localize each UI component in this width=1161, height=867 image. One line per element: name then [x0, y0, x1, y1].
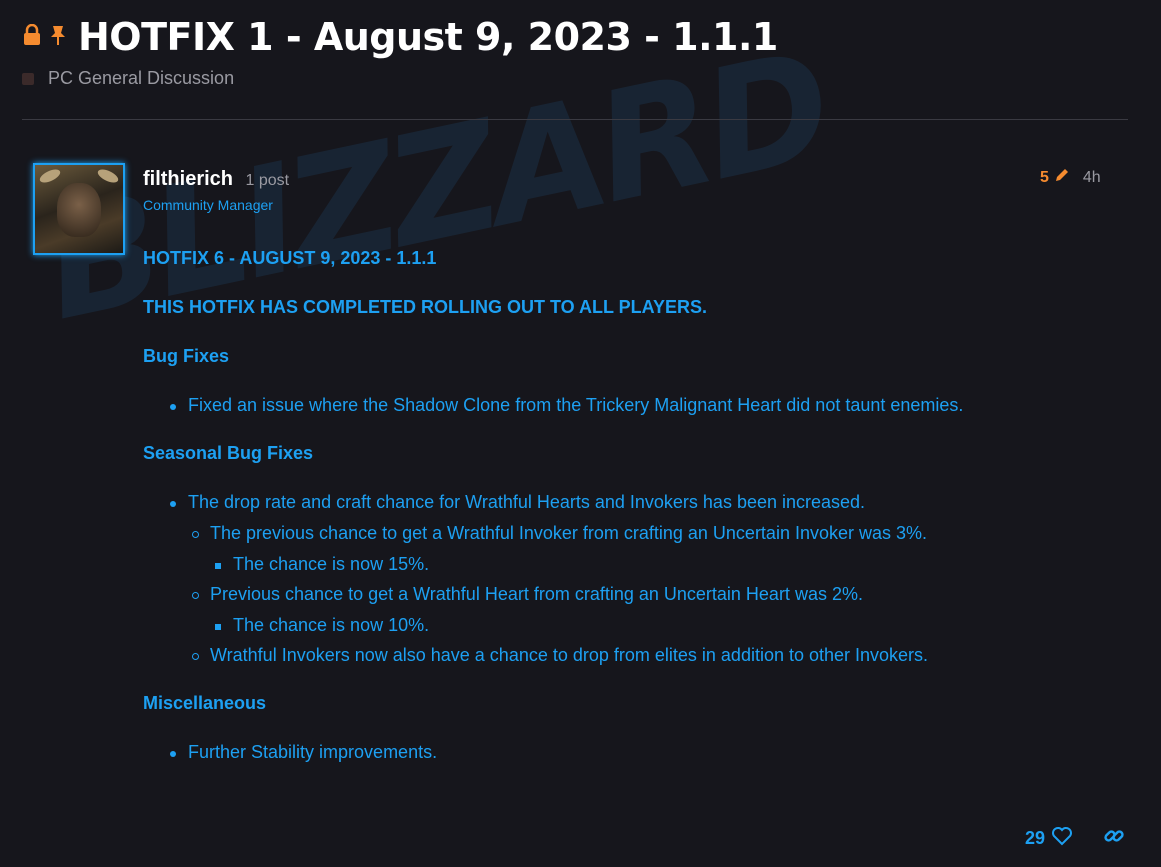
avatar-horn-left [37, 166, 63, 186]
avatar-face [57, 183, 101, 237]
category-link[interactable]: PC General Discussion [22, 68, 1132, 89]
user-title: Community Manager [143, 197, 273, 213]
topic-title: HOTFIX 1 - August 9, 2023 - 1.1.1 [78, 15, 778, 59]
list-item: The chance is now 10%. [214, 615, 430, 635]
like-count[interactable]: 29 [1025, 828, 1045, 849]
lock-icon [22, 23, 42, 51]
post-age[interactable]: 4h [1083, 169, 1101, 187]
avatar-horn-right [95, 166, 121, 186]
heart-icon[interactable] [1051, 826, 1073, 851]
category-label: PC General Discussion [48, 68, 235, 88]
pin-icon [48, 24, 68, 51]
list-item: The previous chance to get a Wrathful In… [191, 523, 928, 543]
hotfix-title: HOTFIX 6 - AUGUST 9, 2023 - 1.1.1 [143, 248, 437, 268]
seasonal-heading: Seasonal Bug Fixes [143, 443, 314, 463]
list-item: Further Stability improvements. [169, 742, 438, 762]
post-actions: 29 [1025, 825, 1125, 852]
category-badge [22, 72, 34, 85]
post-info: 5 4h [1040, 166, 1101, 189]
username[interactable]: filthierich [143, 168, 233, 190]
misc-heading: Miscellaneous [143, 693, 267, 713]
avatar[interactable] [33, 163, 125, 255]
link-icon[interactable] [1103, 825, 1125, 852]
list-item: Wrathful Invokers now also have a chance… [191, 645, 929, 665]
list-item: Previous chance to get a Wrathful Heart … [192, 584, 863, 604]
header-divider [22, 119, 1128, 120]
hotfix-notice: THIS HOTFIX HAS COMPLETED ROLLING OUT TO… [143, 297, 708, 317]
post-count: 1 post [245, 172, 290, 189]
edit-count[interactable]: 5 [1040, 169, 1049, 187]
topic-header: HOTFIX 1 - August 9, 2023 - 1.1.1 PC Gen… [22, 12, 1132, 89]
list-item: The chance is now 15%. [214, 554, 430, 574]
pencil-icon[interactable] [1053, 166, 1071, 189]
post-author: filthierich 1 post Community Manager [143, 168, 289, 213]
bug-fixes-heading: Bug Fixes [143, 346, 230, 366]
list-item: Fixed an issue where the Shadow Clone fr… [169, 395, 964, 415]
list-item: The drop rate and craft chance for Wrath… [169, 492, 866, 512]
